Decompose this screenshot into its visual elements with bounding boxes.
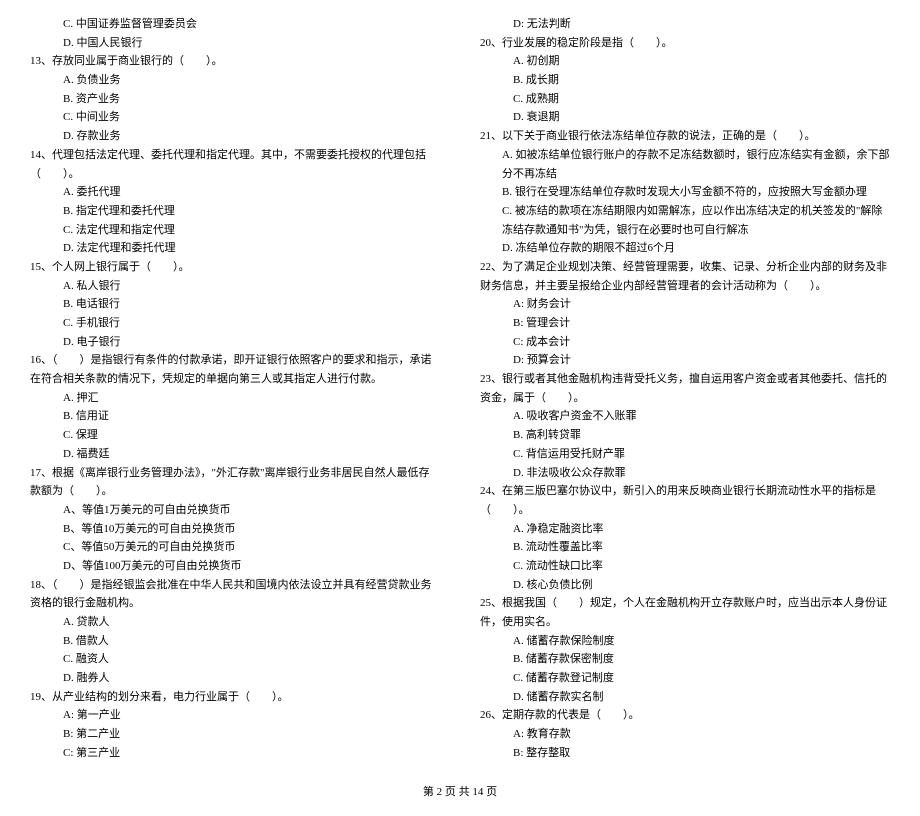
option-text: B. 高利转贷罪 bbox=[480, 426, 890, 445]
question-stem: 18、（ ）是指经银监会批准在中华人民共和国境内依法设立并具有经营贷款业务资格的… bbox=[30, 576, 440, 613]
option-text: C. 中间业务 bbox=[30, 108, 440, 127]
option-text: C. 法定代理和指定代理 bbox=[30, 221, 440, 240]
option-text: B. 银行在受理冻结单位存款时发现大小写金额不符的，应按照大写金额办理 bbox=[480, 183, 890, 202]
question-stem: 20、行业发展的稳定阶段是指（ ）。 bbox=[480, 34, 890, 53]
question-stem: 22、为了满足企业规划决策、经营管理需要，收集、记录、分析企业内部的财务及非财务… bbox=[480, 258, 890, 295]
option-text: D: 预算会计 bbox=[480, 351, 890, 370]
question-stem: 24、在第三版巴塞尔协议中，新引入的用来反映商业银行长期流动性水平的指标是（ ）… bbox=[480, 482, 890, 519]
option-text: A. 吸收客户资金不入账罪 bbox=[480, 407, 890, 426]
option-text: D. 电子银行 bbox=[30, 333, 440, 352]
option-text: A: 教育存款 bbox=[480, 725, 890, 744]
question-stem: 16、（ ）是指银行有条件的付款承诺，即开证银行依照客户的要求和指示，承诺在符合… bbox=[30, 351, 440, 388]
option-text: B. 指定代理和委托代理 bbox=[30, 202, 440, 221]
option-text: C. 中国证券监督管理委员会 bbox=[30, 15, 440, 34]
option-text: D. 核心负债比例 bbox=[480, 576, 890, 595]
left-column: C. 中国证券监督管理委员会 D. 中国人民银行 13、存放同业属于商业银行的（… bbox=[30, 15, 440, 763]
option-text: A. 私人银行 bbox=[30, 277, 440, 296]
option-text: C. 被冻结的款项在冻结期限内如需解冻，应以作出冻结决定的机关签发的"解除冻结存… bbox=[480, 202, 890, 239]
option-text: D. 储蓄存款实名制 bbox=[480, 688, 890, 707]
option-text: C. 背信运用受托财产罪 bbox=[480, 445, 890, 464]
option-text: D、等值100万美元的可自由兑换货币 bbox=[30, 557, 440, 576]
option-text: B. 储蓄存款保密制度 bbox=[480, 650, 890, 669]
option-text: A. 委托代理 bbox=[30, 183, 440, 202]
option-text: C. 融资人 bbox=[30, 650, 440, 669]
option-text: B. 电话银行 bbox=[30, 295, 440, 314]
page-footer: 第 2 页 共 14 页 bbox=[30, 783, 890, 802]
option-text: D. 衰退期 bbox=[480, 108, 890, 127]
option-text: A: 财务会计 bbox=[480, 295, 890, 314]
option-text: A: 第一产业 bbox=[30, 706, 440, 725]
right-column: D: 无法判断 20、行业发展的稳定阶段是指（ ）。 A. 初创期 B. 成长期… bbox=[480, 15, 890, 763]
question-stem: 23、银行或者其他金融机构违背受托义务，擅自运用客户资金或者其他委托、信托的资金… bbox=[480, 370, 890, 407]
option-text: D. 非法吸收公众存款罪 bbox=[480, 464, 890, 483]
option-text: D: 无法判断 bbox=[480, 15, 890, 34]
two-column-layout: C. 中国证券监督管理委员会 D. 中国人民银行 13、存放同业属于商业银行的（… bbox=[30, 15, 890, 763]
option-text: D. 融券人 bbox=[30, 669, 440, 688]
option-text: B. 信用证 bbox=[30, 407, 440, 426]
option-text: C: 成本会计 bbox=[480, 333, 890, 352]
option-text: C. 成熟期 bbox=[480, 90, 890, 109]
option-text: C. 保理 bbox=[30, 426, 440, 445]
option-text: B. 成长期 bbox=[480, 71, 890, 90]
option-text: C. 手机银行 bbox=[30, 314, 440, 333]
question-stem: 17、根据《离岸银行业务管理办法》，"外汇存款"离岸银行业务非居民自然人最低存款… bbox=[30, 464, 440, 501]
question-stem: 15、个人网上银行属于（ ）。 bbox=[30, 258, 440, 277]
option-text: D. 存款业务 bbox=[30, 127, 440, 146]
option-text: D. 中国人民银行 bbox=[30, 34, 440, 53]
option-text: D. 法定代理和委托代理 bbox=[30, 239, 440, 258]
option-text: B. 流动性覆盖比率 bbox=[480, 538, 890, 557]
question-stem: 13、存放同业属于商业银行的（ ）。 bbox=[30, 52, 440, 71]
option-text: B: 第二产业 bbox=[30, 725, 440, 744]
option-text: A. 如被冻结单位银行账户的存款不足冻结数额时，银行应冻结实有金额，余下部分不再… bbox=[480, 146, 890, 183]
option-text: A. 负债业务 bbox=[30, 71, 440, 90]
question-stem: 19、从产业结构的划分来看，电力行业属于（ ）。 bbox=[30, 688, 440, 707]
question-stem: 26、定期存款的代表是（ ）。 bbox=[480, 706, 890, 725]
question-stem: 25、根据我国（ ）规定，个人在金融机构开立存款账户时，应当出示本人身份证件，使… bbox=[480, 594, 890, 631]
question-stem: 14、代理包括法定代理、委托代理和指定代理。其中，不需要委托授权的代理包括（ ）… bbox=[30, 146, 440, 183]
option-text: D. 冻结单位存款的期限不超过6个月 bbox=[480, 239, 890, 258]
option-text: B: 管理会计 bbox=[480, 314, 890, 333]
option-text: B. 借款人 bbox=[30, 632, 440, 651]
option-text: C: 第三产业 bbox=[30, 744, 440, 763]
option-text: C、等值50万美元的可自由兑换货币 bbox=[30, 538, 440, 557]
option-text: A. 储蓄存款保险制度 bbox=[480, 632, 890, 651]
option-text: A. 押汇 bbox=[30, 389, 440, 408]
option-text: B. 资产业务 bbox=[30, 90, 440, 109]
option-text: A. 净稳定融资比率 bbox=[480, 520, 890, 539]
option-text: C. 储蓄存款登记制度 bbox=[480, 669, 890, 688]
option-text: A、等值1万美元的可自由兑换货币 bbox=[30, 501, 440, 520]
option-text: B: 整存整取 bbox=[480, 744, 890, 763]
option-text: C. 流动性缺口比率 bbox=[480, 557, 890, 576]
option-text: B、等值10万美元的可自由兑换货币 bbox=[30, 520, 440, 539]
option-text: A. 贷款人 bbox=[30, 613, 440, 632]
option-text: A. 初创期 bbox=[480, 52, 890, 71]
option-text: D. 福费廷 bbox=[30, 445, 440, 464]
question-stem: 21、以下关于商业银行依法冻结单位存款的说法，正确的是（ ）。 bbox=[480, 127, 890, 146]
